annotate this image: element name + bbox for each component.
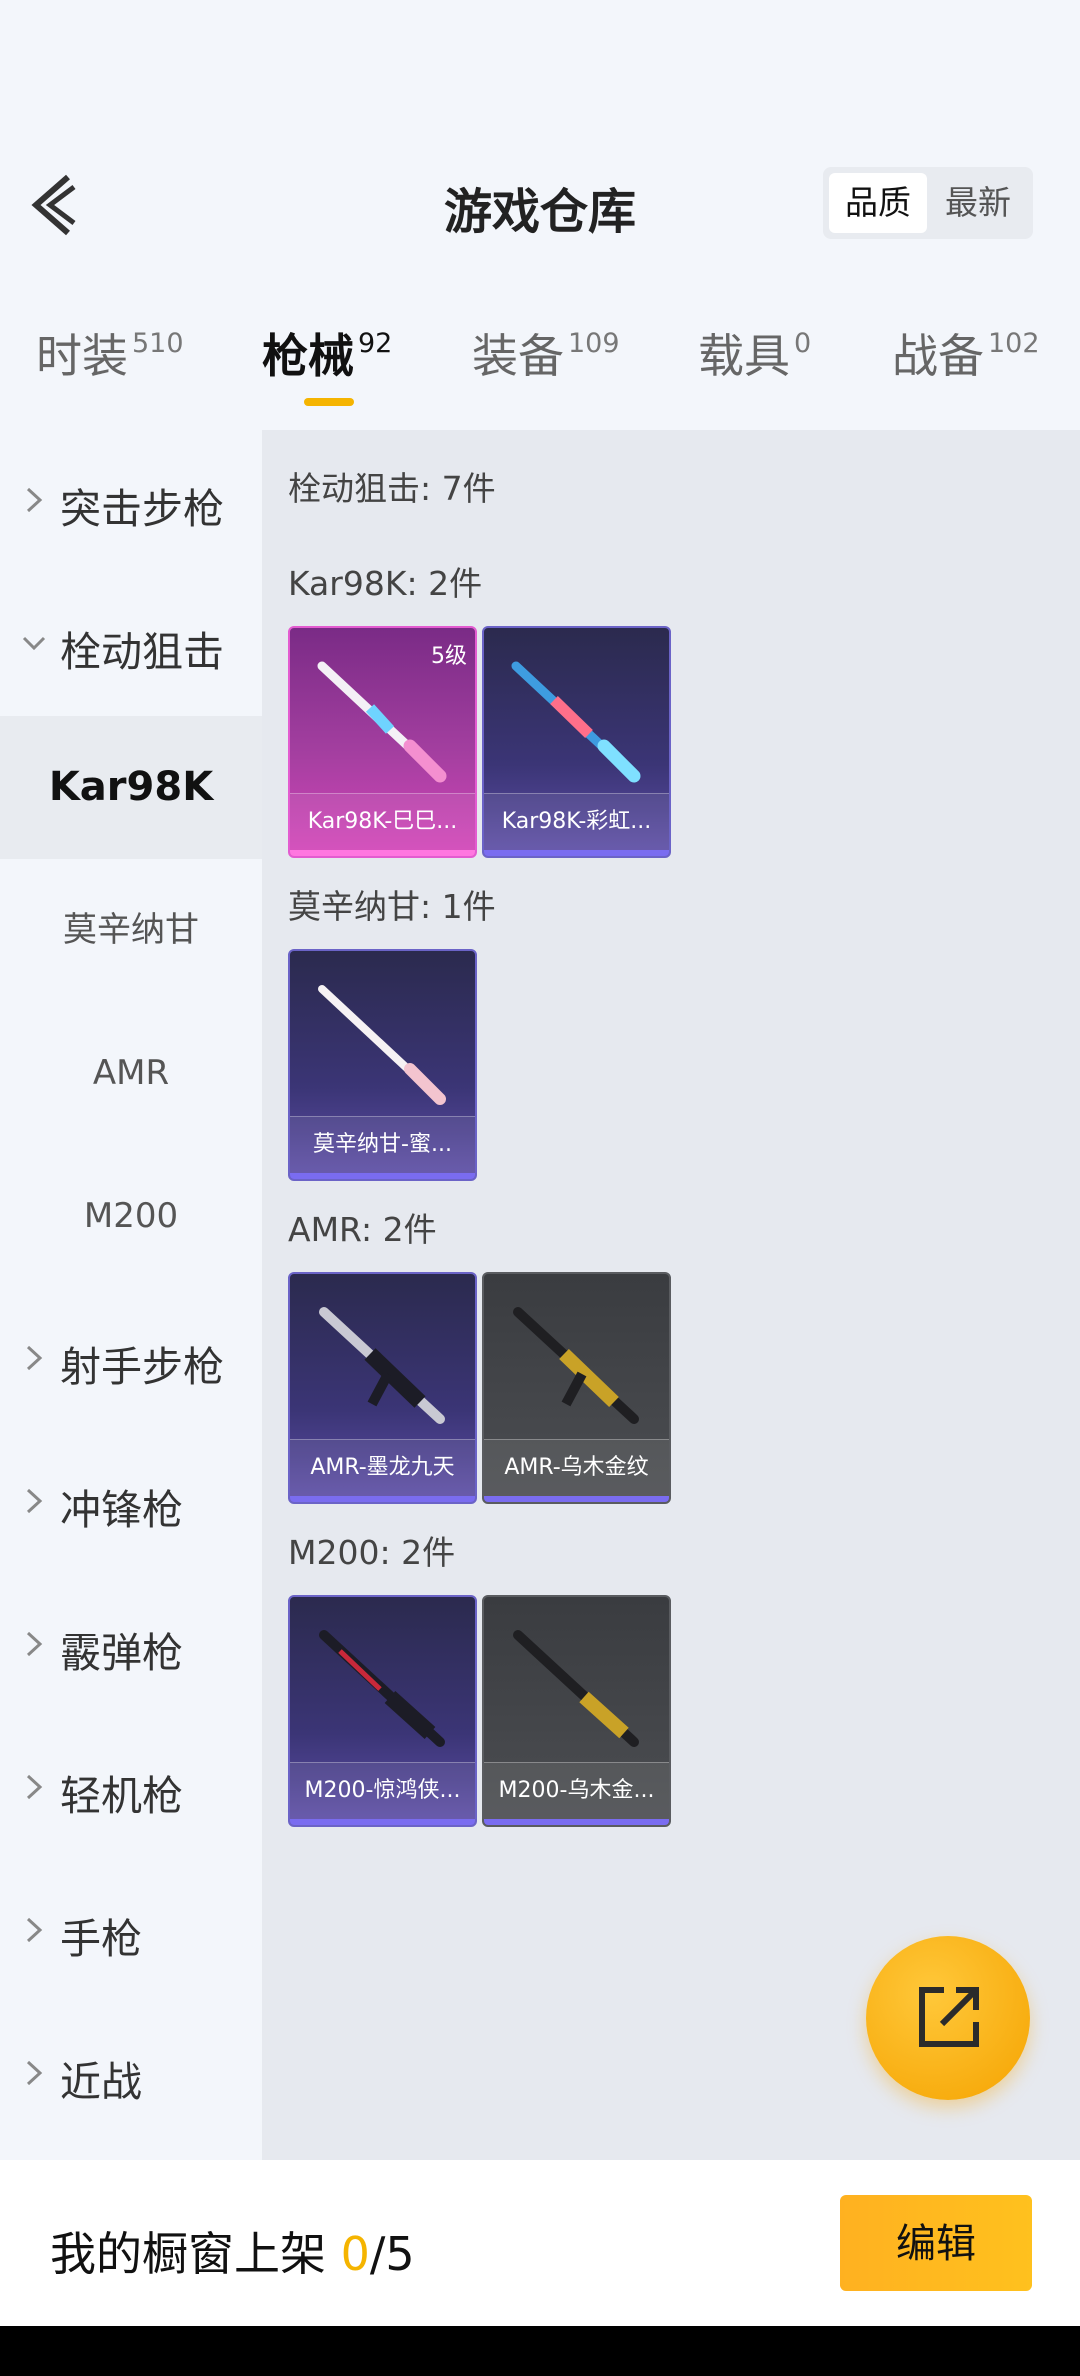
sidebar-item-pistol[interactable]: 手枪 (0, 1860, 262, 2003)
system-nav-bar (0, 2326, 1080, 2376)
category-tabs: 时装 510 枪械 92 装备 109 载具 0 战备 102 (0, 320, 1080, 420)
showcase-label: 我的橱窗上架 0/5 (50, 2218, 415, 2284)
weapon-card[interactable]: 莫辛纳甘-蜜... (288, 949, 477, 1181)
sidebar-sub-amr[interactable]: AMR (0, 1002, 262, 1145)
rifle-icon (513, 1307, 639, 1424)
rifle-icon (317, 661, 447, 783)
weapon-card[interactable]: AMR-墨龙九天 (288, 1272, 477, 1504)
chevron-right-icon (26, 1631, 43, 1657)
sort-quality-option[interactable]: 品质 (829, 173, 927, 233)
app-header: 游戏仓库 品质 最新 时装 510 枪械 92 装备 109 载具 0 战备 102 (0, 0, 1080, 430)
tab-label: 载具 (698, 329, 790, 383)
rarity-strip (484, 1819, 669, 1825)
showcase-text: 我的橱窗上架 (50, 2227, 326, 2281)
category-summary: 栓动狙击: 7件 (288, 469, 496, 508)
tab-count: 109 (568, 328, 620, 359)
section-title-m200: M200: 2件 (288, 1533, 456, 1572)
tab-guns[interactable]: 枪械 92 (262, 320, 392, 420)
sidebar-item-label: 手枪 (60, 1915, 142, 1963)
share-icon (919, 1987, 979, 2047)
weapon-name: M200-惊鸿侠... (290, 1762, 475, 1819)
tab-count: 102 (988, 328, 1040, 359)
weapon-category-sidebar: 突击步枪 栓动狙击 Kar98K 莫辛纳甘 AMR M200 射手步枪 冲锋枪 … (0, 430, 262, 2160)
sidebar-item-assault-rifle[interactable]: 突击步枪 (0, 430, 262, 573)
edit-button[interactable]: 编辑 (840, 2195, 1032, 2291)
chevron-right-icon (26, 1774, 43, 1800)
tab-count: 92 (358, 328, 393, 359)
weapon-name: AMR-墨龙九天 (290, 1439, 475, 1496)
weapon-list-panel: 栓动狙击: 7件 Kar98K: 2件 5级 Kar98K-巳巳... Kar9… (262, 430, 1080, 2160)
weapon-name: AMR-乌木金纹 (484, 1439, 669, 1496)
rifle-icon (319, 1307, 445, 1424)
weapon-name: Kar98K-彩虹... (484, 793, 669, 850)
rarity-strip (290, 1496, 475, 1502)
sidebar-item-label: 突击步枪 (60, 485, 224, 533)
sidebar-item-label: 栓动狙击 (60, 628, 224, 676)
rarity-strip (290, 1173, 475, 1179)
sort-latest-option[interactable]: 最新 (929, 173, 1027, 233)
showcase-bar: 我的橱窗上架 0/5 编辑 (0, 2160, 1080, 2326)
tab-vehicles[interactable]: 载具 0 (698, 320, 811, 420)
weapon-card[interactable]: M200-惊鸿侠... (288, 1595, 477, 1827)
tab-tactical[interactable]: 战备 102 (892, 320, 1040, 420)
sidebar-item-label: 霰弹枪 (60, 1629, 183, 1677)
section-title-amr: AMR: 2件 (288, 1210, 437, 1249)
sidebar-item-label: 射手步枪 (60, 1343, 224, 1391)
weapon-card[interactable]: 5级 Kar98K-巳巳... (288, 626, 477, 858)
tab-equipment[interactable]: 装备 109 (472, 320, 620, 420)
tab-count: 510 (132, 328, 184, 359)
sidebar-item-marksman-rifle[interactable]: 射手步枪 (0, 1288, 262, 1431)
sort-toggle: 品质 最新 (823, 167, 1033, 239)
chevron-down-icon (22, 636, 46, 651)
share-button[interactable] (866, 1936, 1030, 2100)
chevron-right-icon (26, 1345, 43, 1371)
section-title-mosin: 莫辛纳甘: 1件 (288, 887, 496, 926)
weapon-name: Kar98K-巳巳... (290, 793, 475, 850)
sidebar-sub-m200[interactable]: M200 (0, 1145, 262, 1288)
sidebar-item-smg[interactable]: 冲锋枪 (0, 1431, 262, 1574)
weapon-name: M200-乌木金... (484, 1762, 669, 1819)
weapon-card[interactable]: AMR-乌木金纹 (482, 1272, 671, 1504)
rarity-strip (290, 850, 475, 856)
showcase-current: 0 (340, 2227, 370, 2281)
active-tab-indicator (304, 398, 354, 406)
sidebar-sub-mosin[interactable]: 莫辛纳甘 (0, 859, 262, 1002)
section-title-kar98k: Kar98K: 2件 (288, 564, 483, 603)
tab-count: 0 (794, 328, 812, 359)
sidebar-item-lmg[interactable]: 轻机枪 (0, 1717, 262, 1860)
rarity-strip (290, 1819, 475, 1825)
sidebar-item-bolt-sniper[interactable]: 栓动狙击 (0, 573, 262, 716)
tab-label: 时装 (36, 329, 128, 383)
rarity-strip (484, 1496, 669, 1502)
rifle-icon (513, 1630, 639, 1747)
showcase-total: /5 (369, 2227, 415, 2281)
sidebar-item-label: 近战 (60, 2058, 142, 2106)
rarity-strip (484, 850, 669, 856)
chevron-right-icon (26, 1917, 43, 1943)
sidebar-item-label: 轻机枪 (60, 1772, 183, 1820)
chevron-right-icon (26, 1488, 43, 1514)
sidebar-item-melee[interactable]: 近战 (0, 2003, 262, 2146)
rifle-icon (511, 661, 641, 783)
weapon-name: 莫辛纳甘-蜜... (290, 1116, 475, 1173)
sidebar-item-shotgun[interactable]: 霰弹枪 (0, 1574, 262, 1717)
rifle-icon (319, 1630, 445, 1747)
tab-fashion[interactable]: 时装 510 (36, 320, 184, 420)
tab-label: 枪械 (262, 329, 354, 383)
rifle-icon (318, 985, 446, 1105)
tab-label: 装备 (472, 329, 564, 383)
sidebar-sub-kar98k[interactable]: Kar98K (0, 716, 262, 859)
sidebar-item-label: 冲锋枪 (60, 1486, 183, 1534)
tab-label: 战备 (892, 329, 984, 383)
weapon-card[interactable]: Kar98K-彩虹... (482, 626, 671, 858)
chevron-right-icon (26, 2060, 43, 2086)
chevron-right-icon (26, 487, 43, 513)
weapon-card[interactable]: M200-乌木金... (482, 1595, 671, 1827)
